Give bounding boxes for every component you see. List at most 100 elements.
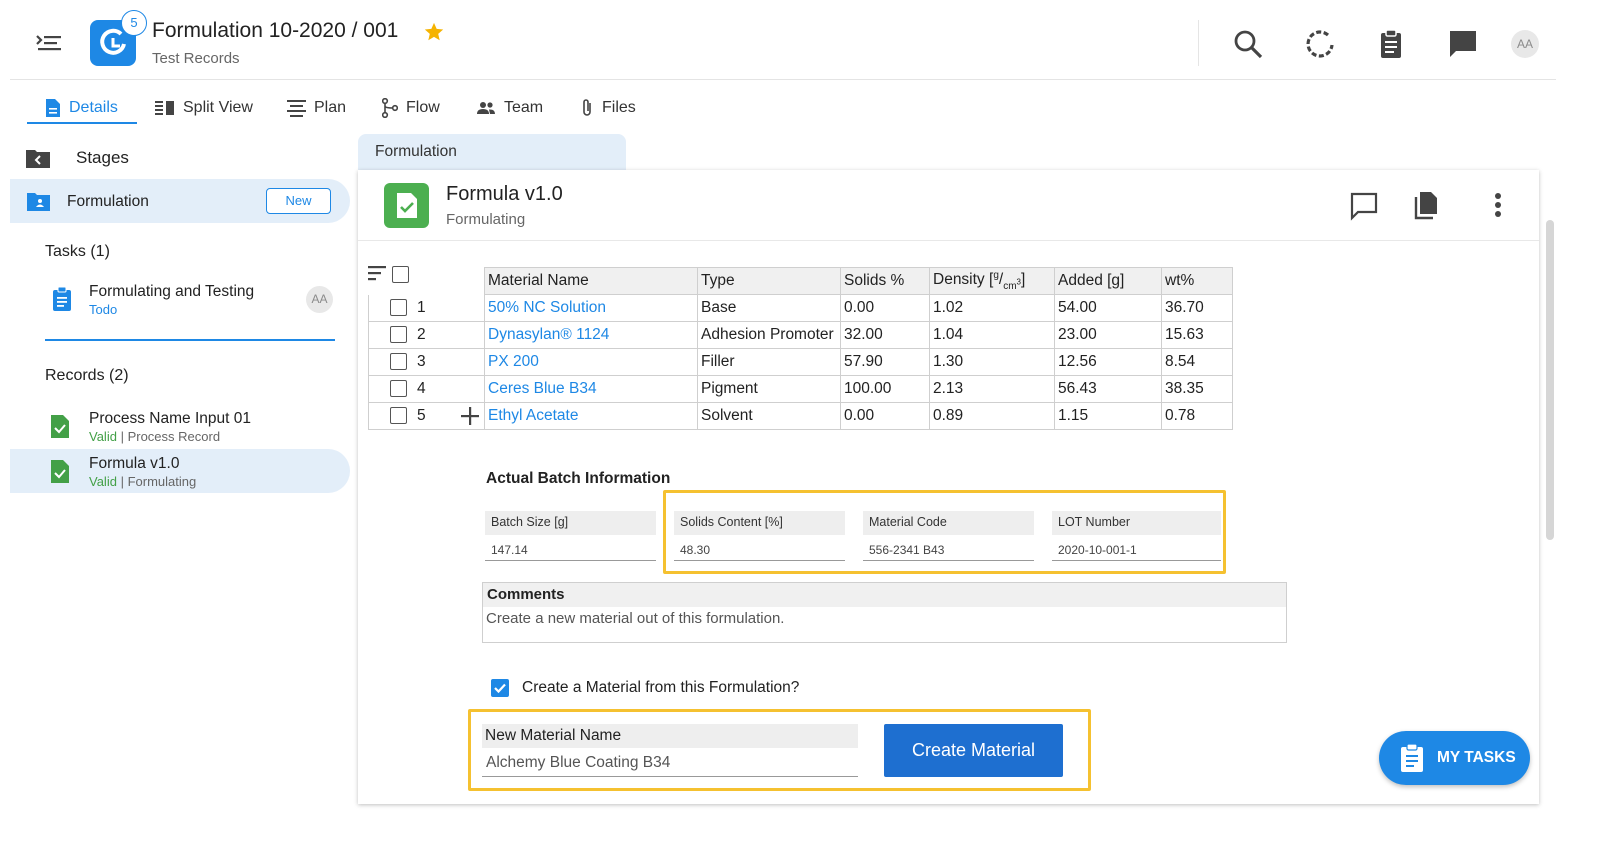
wt-value: 8.54 [1161, 348, 1233, 376]
wt-value: 15.63 [1161, 321, 1233, 349]
add-row-icon[interactable] [461, 407, 479, 425]
tab-label: Team [504, 99, 544, 116]
row-checkbox[interactable] [390, 326, 407, 344]
copy-icon[interactable] [1410, 188, 1444, 222]
chat-icon[interactable] [1447, 28, 1479, 60]
scrollbar[interactable] [1546, 220, 1554, 540]
notification-badge[interactable]: 5 [121, 10, 147, 36]
table-row[interactable]: 5 Ethyl Acetate Solvent 0.00 0.89 1.15 0… [368, 402, 1233, 430]
tab-label: Details [69, 99, 118, 116]
clipboard-icon[interactable] [1375, 28, 1407, 60]
header-divider [1198, 20, 1199, 66]
wt-value: 36.70 [1161, 294, 1233, 322]
added-value: 1.15 [1054, 402, 1162, 430]
record-title: Formula v1.0 [446, 183, 563, 205]
material-type: Pigment [697, 375, 841, 403]
stage-tab-formulation[interactable]: Formulation [358, 134, 626, 174]
stages-label: Stages [76, 148, 129, 167]
record-item-selected[interactable]: Formula v1.0 Valid | Formulating [10, 449, 350, 493]
sync-icon[interactable] [1304, 28, 1336, 60]
table-header-row: Material Name Type Solids % Density [g/c… [369, 267, 1233, 295]
comment-icon[interactable] [1347, 188, 1381, 222]
table-control-header [369, 268, 485, 295]
column-header: Type [697, 267, 841, 295]
material-name-link[interactable]: Dynasylan® 1124 [484, 321, 698, 349]
comments-label: Comments [483, 583, 1286, 607]
tab-flow[interactable]: Flow [382, 92, 440, 124]
material-type: Filler [697, 348, 841, 376]
task-status: Todo [89, 302, 118, 317]
row-checkbox[interactable] [390, 353, 407, 371]
row-checkbox[interactable] [390, 299, 407, 317]
my-tasks-button[interactable]: MY TASKS [1379, 731, 1530, 785]
search-icon[interactable] [1232, 28, 1264, 60]
added-value: 12.56 [1054, 348, 1162, 376]
tasks-heading: Tasks (1) [45, 243, 110, 260]
tab-plan[interactable]: Plan [287, 92, 346, 124]
column-header: Material Name [484, 267, 698, 295]
records-heading: Records (2) [45, 367, 129, 384]
table-row[interactable]: 4 Ceres Blue B34 Pigment 100.00 2.13 56.… [368, 375, 1233, 403]
task-item[interactable]: Formulating and Testing Todo AA [10, 277, 350, 323]
new-badge-button[interactable]: New [266, 188, 331, 214]
row-checkbox[interactable] [390, 407, 407, 425]
tab-details[interactable]: Details [45, 92, 118, 124]
row-number: 4 [417, 379, 426, 397]
tab-split-view[interactable]: Split View [155, 92, 253, 124]
column-header-density: Density [g/cm3] [929, 267, 1055, 295]
density-value: 0.89 [929, 402, 1055, 430]
row-controls: 3 [368, 348, 485, 376]
stage-item-formulation[interactable]: Formulation New [10, 179, 350, 223]
active-tab-indicator [27, 122, 137, 124]
row-number: 5 [417, 406, 426, 424]
tab-label: Split View [183, 99, 253, 116]
material-type: Base [697, 294, 841, 322]
record-type: | Process Record [120, 429, 221, 444]
stages-header[interactable]: Stages [10, 145, 350, 175]
table-row[interactable]: 2 Dynasylan® 1124 Adhesion Promoter 32.0… [368, 321, 1233, 349]
table-row[interactable]: 3 PX 200 Filler 57.90 1.30 12.56 8.54 [368, 348, 1233, 376]
batch-size-field[interactable]: 147.14 [485, 537, 656, 561]
material-name-link[interactable]: PX 200 [484, 348, 698, 376]
task-title: Formulating and Testing [89, 283, 255, 300]
card-header-divider [358, 240, 1539, 241]
material-name-link[interactable]: Ethyl Acetate [484, 402, 698, 430]
record-item[interactable]: Process Name Input 01 Valid | Process Re… [10, 403, 350, 447]
solids-value: 0.00 [840, 402, 930, 430]
document-check-icon [51, 415, 69, 438]
solids-value: 32.00 [840, 321, 930, 349]
wt-value: 38.35 [1161, 375, 1233, 403]
comments-text: Create a new material out of this formul… [486, 610, 785, 627]
row-controls: 5 [368, 402, 485, 430]
create-material-checkbox-label: Create a Material from this Formulation? [522, 679, 800, 696]
create-material-checkbox[interactable] [491, 679, 509, 697]
tab-files[interactable]: Files [580, 92, 636, 124]
material-name-link[interactable]: Ceres Blue B34 [484, 375, 698, 403]
density-value: 1.04 [929, 321, 1055, 349]
material-type: Adhesion Promoter [697, 321, 841, 349]
row-checkbox[interactable] [390, 380, 407, 398]
material-name-link[interactable]: 50% NC Solution [484, 294, 698, 322]
record-type: | Formulating [120, 474, 197, 489]
batch-size-label: Batch Size [g] [485, 511, 656, 535]
added-value: 56.43 [1054, 375, 1162, 403]
solids-value: 0.00 [840, 294, 930, 322]
more-vert-icon[interactable] [1481, 188, 1515, 222]
added-value: 23.00 [1054, 321, 1162, 349]
row-number: 3 [417, 352, 426, 370]
comments-box[interactable]: Comments Create a new material out of th… [482, 582, 1287, 643]
user-avatar[interactable]: AA [1511, 30, 1539, 58]
record-status: Valid [89, 474, 117, 489]
task-avatar: AA [306, 286, 333, 313]
row-controls: 2 [368, 321, 485, 349]
density-value: 1.02 [929, 294, 1055, 322]
app-header: 5 Formulation 10-2020 / 001 Test Records… [10, 0, 1556, 80]
menu-icon[interactable] [34, 28, 64, 58]
table-row[interactable]: 1 50% NC Solution Base 0.00 1.02 54.00 3… [368, 294, 1233, 322]
wt-value: 0.78 [1161, 402, 1233, 430]
record-title: Process Name Input 01 [89, 410, 251, 427]
record-title: Formula v1.0 [89, 455, 180, 472]
tab-team[interactable]: Team [476, 92, 543, 124]
star-icon[interactable] [423, 21, 445, 43]
page-title: Formulation 10-2020 / 001 [152, 19, 399, 42]
